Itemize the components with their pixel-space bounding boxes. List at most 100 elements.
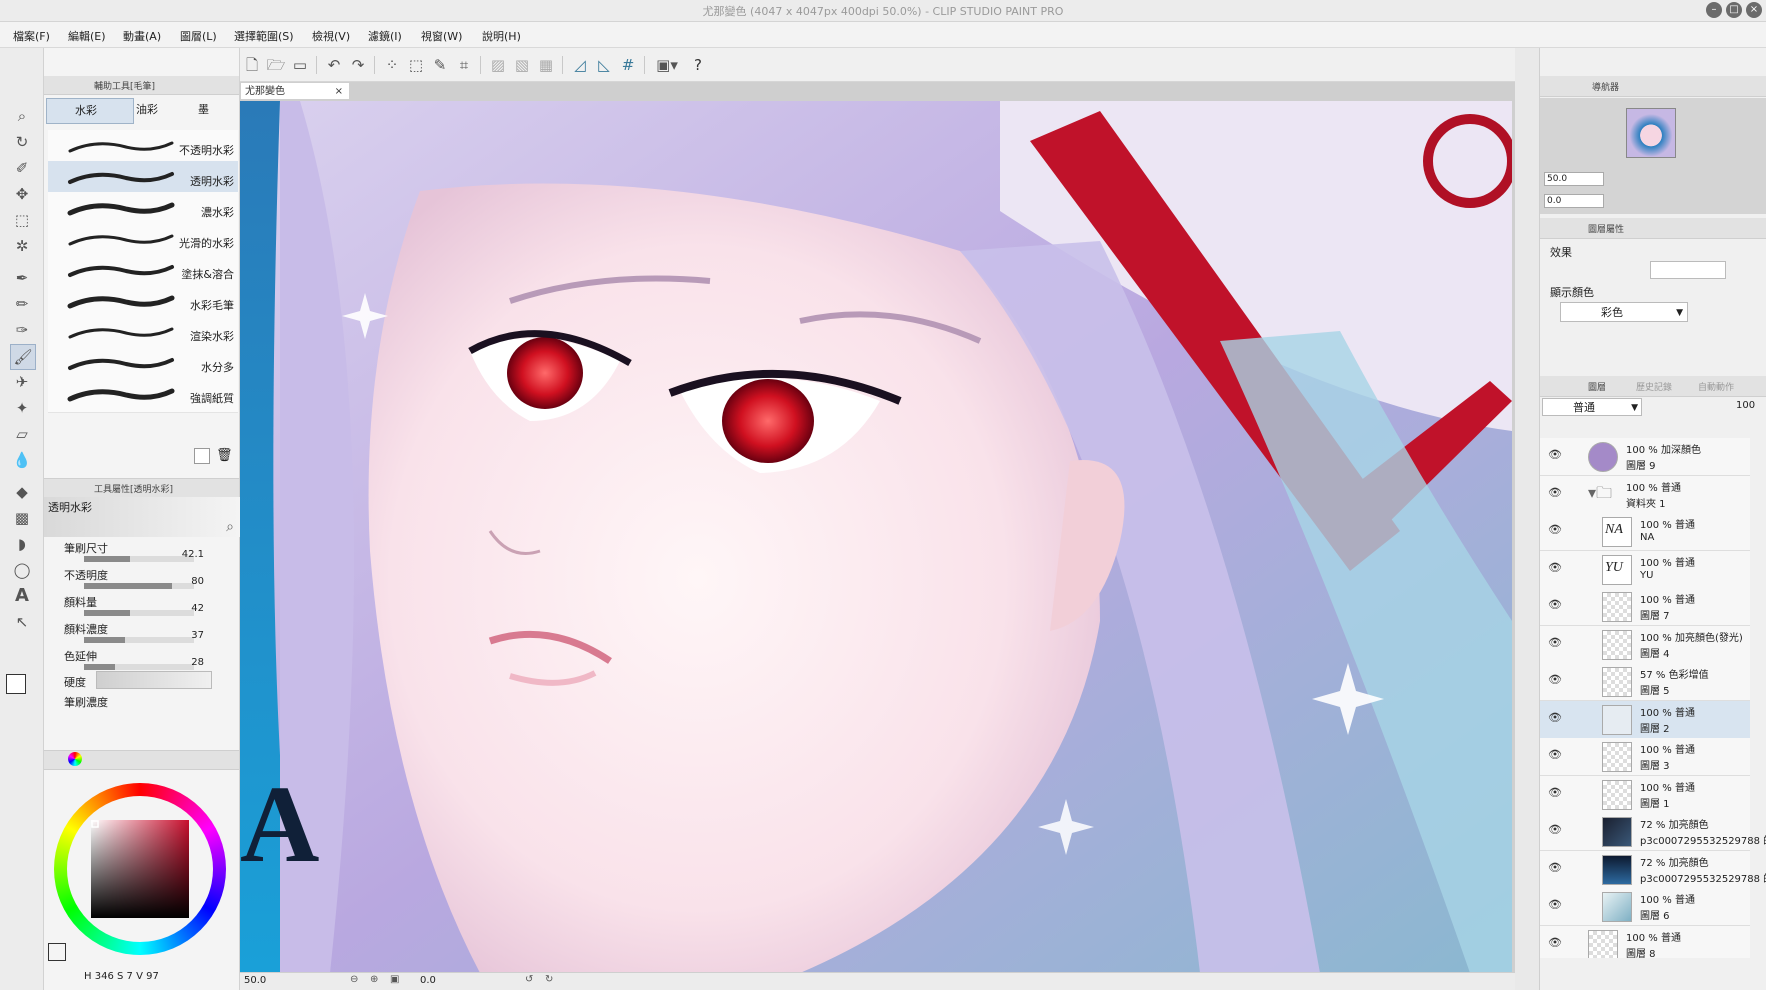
add-subtool-icon[interactable] (194, 448, 210, 464)
property-row[interactable]: 筆刷尺寸 42.1 (64, 539, 234, 569)
angle-value[interactable]: 0.0 (420, 975, 436, 986)
brush-icon[interactable]: 🖌 (10, 344, 36, 370)
layer-row[interactable]: 👁 72 % 加亮顏色 p3c0007295532529788 的複 (1540, 850, 1766, 889)
pen-icon[interactable]: ✒ (10, 266, 34, 290)
eye-icon[interactable]: 👁 (1548, 712, 1562, 723)
menu-window[interactable]: 視窗(W) (421, 28, 462, 44)
property-slider[interactable] (84, 610, 194, 616)
minimize-icon[interactable]: – (1706, 2, 1722, 18)
layer-row[interactable]: 👁 100 % 普通 圖層 7 (1540, 588, 1750, 626)
navigator-zoom-field[interactable]: 50.0 (1544, 172, 1604, 186)
zoom-icon[interactable]: ⌕ (10, 104, 34, 128)
eye-icon[interactable]: 👁 (1548, 824, 1562, 835)
brush-item[interactable]: 塗抹&溶合 (48, 254, 238, 289)
tab-history[interactable]: 歷史記錄 (1636, 380, 1672, 393)
search-icon[interactable]: ⌕ (226, 519, 234, 535)
eye-icon[interactable]: 👁 (1548, 862, 1562, 873)
property-slider[interactable] (84, 637, 194, 643)
property-slider[interactable] (84, 583, 194, 589)
brush-item[interactable]: 水分多 (48, 347, 238, 382)
rotate-left-icon[interactable]: ↺ (525, 974, 533, 985)
clear-outside-icon[interactable]: ⬚ (406, 55, 426, 75)
expand-selection-icon[interactable]: ▦ (536, 55, 556, 75)
layer-row[interactable]: 👁 NA 100 % 普通 NA (1540, 513, 1750, 551)
layer-row[interactable]: 👁 YU 100 % 普通 YU (1540, 550, 1750, 589)
snap-special-ruler-icon[interactable]: ◺ (594, 55, 614, 75)
eye-icon[interactable]: 👁 (1548, 937, 1562, 948)
menu-layer[interactable]: 圖層(L) (180, 28, 217, 44)
marker-icon[interactable]: ✑ (10, 318, 34, 342)
menu-view[interactable]: 檢視(V) (312, 28, 350, 44)
brush-item[interactable]: 水彩毛筆 (48, 285, 238, 320)
layer-row[interactable]: 👁 100 % 普通 圖層 2 (1540, 700, 1750, 739)
invert-selection-icon[interactable]: ▧ (512, 55, 532, 75)
property-value[interactable]: 42.1 (182, 549, 204, 560)
eye-icon[interactable]: 👁 (1548, 449, 1562, 460)
clear-icon[interactable]: ⁘ (382, 55, 402, 75)
transform-icon[interactable]: ⌗ (454, 55, 474, 75)
color-wheel[interactable] (44, 779, 240, 959)
trash-icon[interactable]: 🗑 (216, 448, 233, 464)
eye-icon[interactable]: 👁 (1548, 637, 1562, 648)
auto-select-icon[interactable]: ✲ (10, 234, 34, 258)
redo-icon[interactable]: ↷ (348, 55, 368, 75)
eraser-icon[interactable]: ▱ (10, 422, 34, 446)
fit-icon[interactable]: ▣ (390, 974, 399, 985)
menu-help[interactable]: 說明(H) (482, 28, 521, 44)
eyedropper-icon[interactable]: ✐ (10, 156, 34, 180)
snap-grid-icon[interactable]: # (618, 55, 638, 75)
layer-row[interactable]: 👁 ▾🗀 100 % 普通 資料夾 1 (1540, 475, 1750, 514)
effect-buttons[interactable] (1650, 261, 1726, 279)
layer-row[interactable]: 👁 100 % 普通 圖層 6 (1540, 888, 1750, 926)
tab-layer[interactable]: 圖層 (1588, 380, 1606, 393)
settings-dropdown-icon[interactable]: ▣▾ (650, 55, 684, 75)
property-value[interactable]: 80 (191, 576, 204, 587)
layer-row[interactable]: 👁 100 % 普通 圖層 1 (1540, 775, 1750, 814)
blend-mode-select[interactable]: 普通 ▼ (1542, 398, 1642, 416)
eye-icon[interactable]: 👁 (1548, 487, 1562, 498)
property-slider[interactable] (84, 664, 194, 670)
menu-edit[interactable]: 編輯(E) (68, 28, 106, 44)
property-value[interactable]: 42 (191, 603, 204, 614)
zoom-in-icon[interactable]: ⊕ (370, 974, 378, 985)
decoration-icon[interactable]: ✦ (10, 396, 34, 420)
property-row[interactable]: 顏料濃度 37 (64, 620, 234, 650)
close-icon[interactable]: × (1746, 2, 1762, 18)
figure-icon[interactable]: ◗ (10, 532, 34, 556)
property-row[interactable]: 顏料量 42 (64, 593, 234, 623)
ellipse-icon[interactable]: ◯ (10, 558, 34, 582)
brush-item[interactable]: 光滑的水彩 (48, 223, 238, 258)
menu-selection[interactable]: 選擇範圍(S) (234, 28, 294, 44)
layer-opacity-value[interactable]: 100 (1736, 400, 1755, 411)
eye-icon[interactable]: 👁 (1548, 749, 1562, 760)
airbrush-icon[interactable]: ✈ (10, 370, 34, 394)
brush-item[interactable]: 透明水彩 (48, 161, 238, 196)
layer-row[interactable]: 👁 100 % 普通 圖層 3 (1540, 738, 1750, 776)
text-icon[interactable]: A (10, 584, 34, 608)
document-tab[interactable]: 尤那變色 × (240, 82, 350, 100)
navigator-rotate-field[interactable]: 0.0 (1544, 194, 1604, 208)
layer-row[interactable]: 👁 100 % 加亮顏色(發光) 圖層 4 (1540, 625, 1750, 664)
brush-item[interactable]: 強調紙質 (48, 378, 238, 413)
fill-icon[interactable]: ✎ (430, 55, 450, 75)
snap-ruler-icon[interactable]: ◿ (570, 55, 590, 75)
rotate-right-icon[interactable]: ↻ (545, 974, 553, 985)
eye-icon[interactable]: 👁 (1548, 562, 1562, 573)
color-wheel-tab-icon[interactable] (68, 752, 82, 766)
close-tab-icon[interactable]: × (335, 83, 343, 101)
property-slider[interactable] (84, 556, 194, 562)
main-color-swatch[interactable] (6, 674, 26, 694)
menu-file[interactable]: 檔案(F) (13, 28, 50, 44)
eye-icon[interactable]: 👁 (1548, 899, 1562, 910)
layer-property-tab[interactable]: 圖層屬性 (1588, 222, 1624, 235)
hardness-slider[interactable] (96, 671, 212, 689)
deselect-icon[interactable]: ▨ (488, 55, 508, 75)
layer-row[interactable]: 👁 100 % 普通 圖層 8 (1540, 925, 1750, 958)
zoom-value[interactable]: 50.0 (244, 975, 266, 986)
display-color-select[interactable]: 彩色 ▼ (1560, 302, 1688, 322)
navigator-tab[interactable]: 導航器 (1592, 80, 1619, 93)
property-value[interactable]: 37 (191, 630, 204, 641)
help-icon[interactable]: ? (688, 55, 708, 75)
main-color-chip[interactable] (48, 943, 66, 961)
brush-item[interactable]: 濃水彩 (48, 192, 238, 227)
